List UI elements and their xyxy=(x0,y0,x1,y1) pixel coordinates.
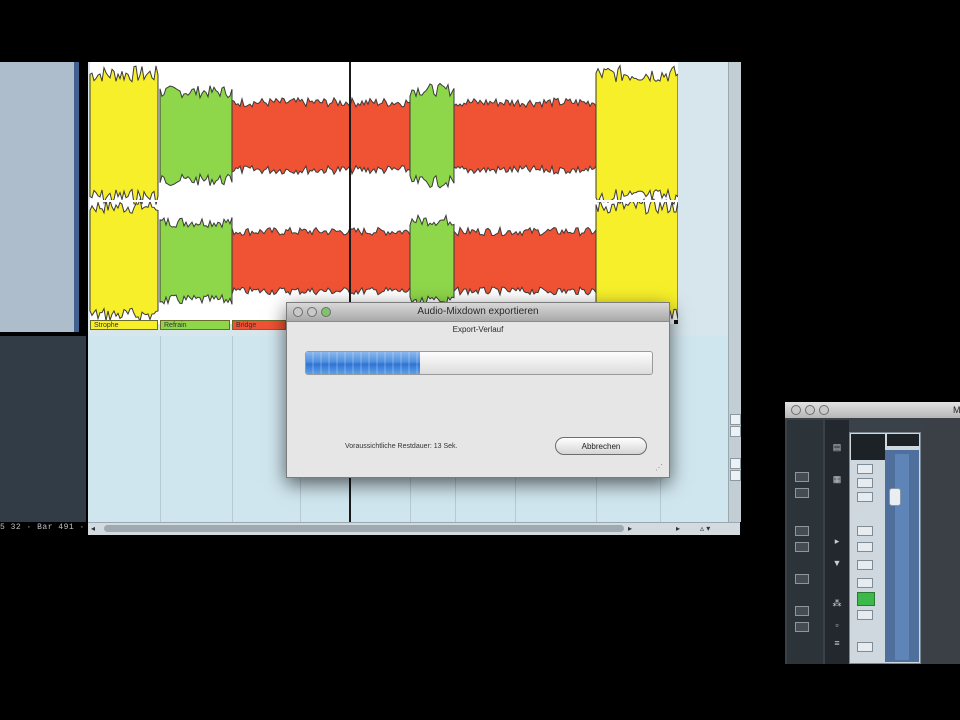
export-progress-dialog: Audio-Mixdown exportieren Export-Verlauf… xyxy=(286,302,670,478)
track-list-lower[interactable] xyxy=(0,336,86,522)
waveform-segment xyxy=(231,226,411,296)
mixer-window: M ▤ ▦ ▸ ▼ ⁂ ▫ ≡ xyxy=(785,402,960,664)
waveform-segment xyxy=(453,97,597,175)
view-toggle-icon[interactable] xyxy=(795,574,809,584)
waveform-segment xyxy=(89,198,159,323)
grid-line xyxy=(160,336,161,522)
write-button[interactable] xyxy=(857,560,873,570)
waveform-segment xyxy=(595,64,679,207)
mute-button[interactable] xyxy=(857,464,873,474)
scroll-left-icon[interactable]: ◂ xyxy=(91,524,101,533)
view-toggle-icon[interactable] xyxy=(795,606,809,616)
solo-button[interactable] xyxy=(857,478,873,488)
level-meter xyxy=(895,454,909,660)
waveform-segment xyxy=(159,216,233,306)
waveform-segment xyxy=(159,85,233,187)
marker-icon[interactable]: ⁂ xyxy=(830,598,844,608)
zoom-in-icon[interactable] xyxy=(730,458,741,469)
view-toggle-icon[interactable] xyxy=(795,488,809,498)
record-button[interactable] xyxy=(857,492,873,502)
volume-fader-knob[interactable] xyxy=(889,488,901,506)
clip-label-bridge[interactable]: Bridge xyxy=(232,320,286,330)
scroll-down-icon[interactable] xyxy=(730,426,741,437)
grid-icon[interactable]: ▦ xyxy=(830,474,844,484)
meter-icon[interactable]: ▤ xyxy=(830,442,844,452)
view-toggle-icon[interactable] xyxy=(795,526,809,536)
position-readout: 5 32 · Bar 491 · xyxy=(0,523,85,532)
resize-grip-icon[interactable]: ⋰ xyxy=(655,463,665,473)
zoom-window-icon[interactable] xyxy=(819,405,829,415)
horizontal-scroll-thumb[interactable] xyxy=(104,525,624,532)
channel-name-display xyxy=(851,434,885,460)
minimize-window-icon[interactable] xyxy=(805,405,815,415)
scroll-up-icon[interactable] xyxy=(730,414,741,425)
progress-fill xyxy=(306,352,421,374)
clip-label-chorus[interactable]: Refrain xyxy=(160,320,230,330)
view-toggle-icon[interactable] xyxy=(795,622,809,632)
zoom-control-icon[interactable]: ▵ ▾ xyxy=(700,524,724,533)
lock-icon[interactable]: ▫ xyxy=(830,620,844,630)
vertical-scrollbar[interactable] xyxy=(728,62,741,522)
zoom-out-icon[interactable] xyxy=(730,470,741,481)
dialog-title: Audio-Mixdown exportieren xyxy=(417,306,539,317)
dialog-subtitle: Export-Verlauf xyxy=(452,325,504,334)
export-progress-bar xyxy=(305,351,653,375)
funnel-icon[interactable]: ▼ xyxy=(830,558,844,568)
waveform-segment xyxy=(89,65,159,205)
grid-line xyxy=(232,336,233,522)
waveform-segment xyxy=(409,213,455,308)
waveform-segment xyxy=(409,82,455,189)
waveform-segment xyxy=(453,225,597,297)
channel-power-button[interactable] xyxy=(857,642,873,652)
monitor-button[interactable] xyxy=(857,526,873,536)
track-selection-edge xyxy=(74,62,79,332)
channel-meter-display xyxy=(887,434,919,446)
view-toggle-icon[interactable] xyxy=(795,472,809,482)
channel-settings-button[interactable] xyxy=(857,610,873,620)
waveform-segment xyxy=(231,96,411,176)
scroll-right-icon[interactable]: ▸ xyxy=(676,524,686,533)
remaining-time-text: Voraussichtliche Restdauer: 13 Sek. xyxy=(345,443,458,450)
cancel-button[interactable]: Abbrechen xyxy=(555,437,647,455)
clip-label-verse[interactable]: Strophe xyxy=(90,320,158,330)
mixer-output-panel xyxy=(923,420,960,664)
edit-button[interactable] xyxy=(857,578,873,588)
insert-active-icon[interactable] xyxy=(857,592,875,606)
settings-icon[interactable]: ≡ xyxy=(830,638,844,648)
mixer-title: M xyxy=(953,405,960,415)
play-icon[interactable]: ▸ xyxy=(830,536,844,546)
scroll-right-icon[interactable]: ▸ xyxy=(628,524,638,533)
event-end-handle[interactable] xyxy=(674,320,678,324)
read-button[interactable] xyxy=(857,542,873,552)
audio-waveform-track[interactable] xyxy=(88,62,740,336)
view-toggle-icon[interactable] xyxy=(795,542,809,552)
track-header-panel[interactable] xyxy=(0,62,74,332)
close-window-icon[interactable] xyxy=(791,405,801,415)
